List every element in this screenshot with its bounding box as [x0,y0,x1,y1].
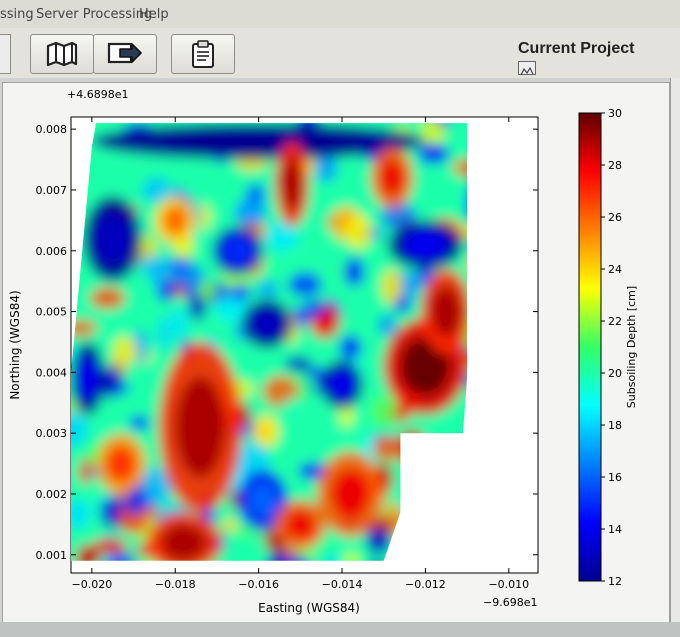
export-arrow-icon [107,42,142,64]
heatmap-cell [71,498,90,529]
y-offset-label: +4.6898e1 [67,88,128,101]
heatmap-cell [158,314,171,350]
high-depth-zone [106,445,137,482]
y-tick-label: 0.002 [36,488,68,501]
x-tick-label: −0.014 [322,578,363,591]
y-tick-label: 0.005 [36,306,68,319]
heatmap-cell [254,414,279,448]
export-button[interactable] [93,34,157,74]
heatmap-cell [343,257,365,287]
high-depth-zone [379,159,405,197]
colorbar-tick-label: 14 [608,523,622,536]
colorbar: 12 14 16 18 20 22 24 26 28 30 Subsoiling Depth [c… [578,107,638,588]
low-depth-zone [247,481,278,519]
heatmap-cell [418,143,450,164]
low-depth-zone [158,130,359,153]
heatmap-cell [339,335,362,360]
heatmap-cell [288,272,323,297]
high-depth-zone [175,376,226,479]
x-tick-label: −0.016 [238,578,279,591]
map-button[interactable] [30,34,94,74]
bottom-strip [0,622,680,637]
y-axis-label: Northing (WGS84) [8,290,22,399]
colorbar-tick-label: 20 [608,367,622,380]
heatmap-cell [92,538,128,555]
heatmap-cell [221,518,238,533]
colorbar-label: Subsoiling Depth [cm] [625,286,638,408]
subsoiling-depth-heatmap: −0.020 −0.018 −0.016 −0.014 −0.012 −0.010 0.00… [8,88,638,615]
colorbar-tick-label: 24 [608,263,622,276]
x-tick-label: −0.020 [71,578,112,591]
menu-item-help[interactable]: Help [139,7,169,22]
y-tick-label: 0.001 [36,549,68,562]
colorbar-gradient [578,112,602,582]
chart-small-icon[interactable] [518,61,536,76]
menu-item-processing[interactable]: ssing [0,7,34,22]
low-depth-zone [77,356,98,401]
toolbar-left-button[interactable] [0,34,11,74]
high-depth-zone [281,158,302,210]
heatmap-cell [314,154,338,182]
map-icon [46,41,78,67]
clipboard-button[interactable] [171,34,235,74]
menu-bar: ssing Server Processing Help [0,0,680,29]
low-depth-zone [329,369,355,400]
heatmap-cell [230,284,251,301]
heatmap-cell [372,435,404,462]
heatmap-cell [129,415,150,431]
heatmap-cell [112,336,137,364]
x-offset-label: −9.698e1 [483,596,537,609]
low-depth-zone [402,230,448,260]
colorbar-tick-label: 16 [608,471,622,484]
heatmap-cell [171,308,188,339]
heatmap-cell [381,268,403,304]
toolbar: Current Project [0,28,680,78]
clipboard-icon [192,40,214,68]
current-project-title: Current Project [518,40,635,57]
y-tick-label: 0.004 [36,366,68,379]
y-tick-label: 0.008 [36,123,68,136]
heatmap-cell [152,262,167,292]
y-tick-label: 0.007 [36,184,68,197]
high-depth-zone [330,468,371,520]
colorbar-tick-label: 26 [608,211,622,224]
colorbar-tick-label: 18 [608,419,622,432]
menu-item-server-processing[interactable]: Server Processing [36,7,152,22]
x-tick-label: −0.010 [488,578,529,591]
x-axis-label: Easting (WGS84) [258,601,360,615]
colorbar-tick-label: 30 [608,107,622,120]
colorbar-tick-label: 28 [608,159,622,172]
x-tick-label: −0.012 [405,578,446,591]
heatmap-cell [256,281,280,298]
low-depth-zone [95,213,131,265]
heatmap-cell [79,458,92,485]
low-depth-zone [251,309,282,339]
side-panel-edge [670,78,680,637]
high-depth-zone [162,205,188,235]
heatmap-cell [285,356,312,372]
colorbar-tick-label: 22 [608,315,622,328]
x-tick-label: −0.018 [155,578,196,591]
high-depth-zone [431,286,462,338]
heatmap-cell [346,214,372,249]
colorbar-tick-label: 12 [608,575,622,588]
y-tick-label: 0.003 [36,427,68,440]
low-depth-zone [222,236,253,266]
heatmap-cell [377,314,396,336]
high-depth-zone [161,524,207,561]
heatmap-cell [304,299,326,318]
heatmap-cell [90,287,126,309]
y-tick-label: 0.006 [36,245,68,258]
heatmap-cell [169,265,206,289]
heatmap-cell [370,395,397,427]
heatmap-cell [233,202,267,220]
colorbar-ticks: 12 14 16 18 20 22 24 26 28 30 [601,107,622,588]
heatmap-cell [283,397,299,416]
heatmap-cell [71,320,97,336]
plot-panel: −0.020 −0.018 −0.016 −0.014 −0.012 −0.010 0.00… [2,82,670,624]
high-depth-zone [285,509,316,539]
